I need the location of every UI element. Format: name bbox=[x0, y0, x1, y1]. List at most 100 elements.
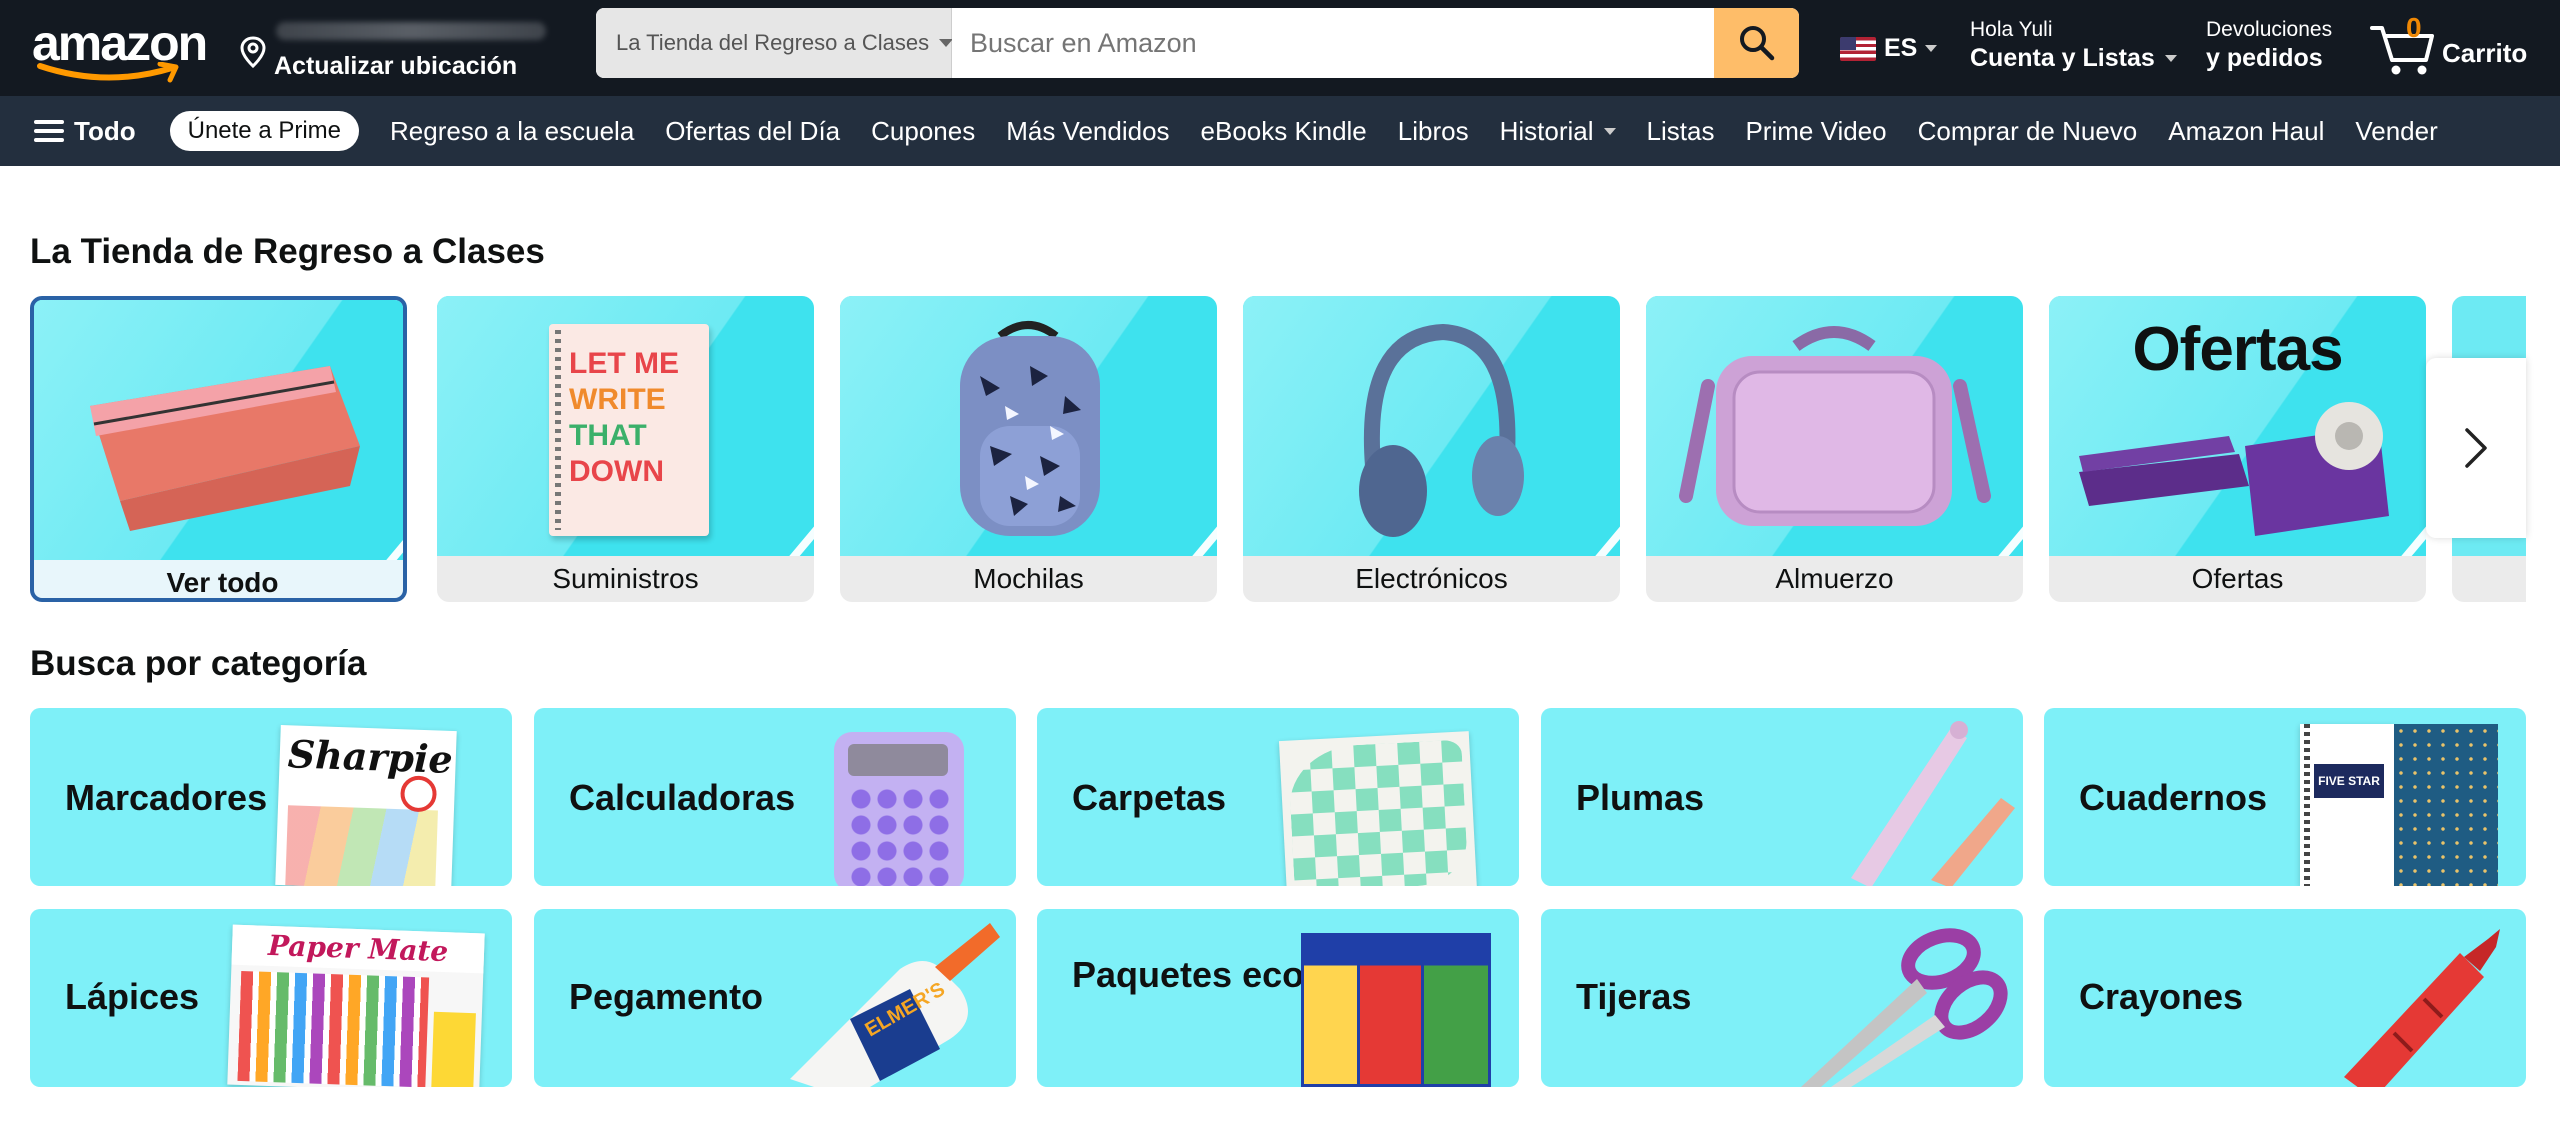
binder-image bbox=[1278, 731, 1478, 886]
amazon-logo[interactable]: amazon bbox=[30, 14, 210, 83]
nav-back-to-school[interactable]: Regreso a la escuela bbox=[390, 116, 634, 147]
paper-mate-pack-image: Paper Mate bbox=[227, 924, 485, 1087]
tile-image: Ofertas bbox=[2049, 296, 2426, 556]
category-pencils[interactable]: Lápices Paper Mate bbox=[30, 909, 512, 1087]
category-label: Tijeras bbox=[1576, 976, 1692, 1017]
returns-label: Devoluciones bbox=[2206, 18, 2333, 41]
location-selector[interactable]: Actualizar ubicación bbox=[240, 14, 570, 84]
tile-label: Almuerzo bbox=[1775, 563, 1894, 594]
nav-lists[interactable]: Listas bbox=[1647, 116, 1715, 147]
join-prime-button[interactable]: Únete a Prime bbox=[169, 111, 360, 151]
category-label: Lápices bbox=[65, 976, 200, 1017]
nav-prime-video[interactable]: Prime Video bbox=[1745, 116, 1886, 147]
account-lists-label: Cuenta y Listas bbox=[1970, 44, 2155, 72]
category-label: Crayones bbox=[2079, 976, 2244, 1017]
notebook-cover-text: LET ME WRITE THAT DOWN bbox=[569, 347, 679, 488]
location-redacted bbox=[276, 22, 546, 40]
store-tile-view-all[interactable]: Ver todo bbox=[30, 296, 407, 602]
notebook-white-image: FIVE STAR bbox=[2300, 724, 2394, 886]
location-pin-icon bbox=[240, 36, 266, 68]
store-tile-deals[interactable]: Ofertas Ofertas bbox=[2049, 296, 2426, 602]
pencil-pouch-image bbox=[90, 366, 360, 531]
category-pens[interactable]: Plumas bbox=[1541, 708, 2023, 886]
chevron-right-icon bbox=[2465, 428, 2487, 468]
stapler-tape-image bbox=[2079, 402, 2389, 536]
account-lists-menu[interactable]: Hola Yuli Cuenta y Listas bbox=[1970, 18, 2177, 73]
secondary-nav: Todo Únete a Prime Regreso a la escuela … bbox=[0, 96, 2560, 166]
scissors-image bbox=[1801, 928, 2008, 1087]
smile-arrow-icon bbox=[37, 62, 179, 83]
pens-image bbox=[1851, 721, 2015, 886]
nav-history[interactable]: Historial bbox=[1500, 116, 1616, 147]
tile-image bbox=[34, 300, 403, 560]
category-label: Calculadoras bbox=[569, 777, 796, 818]
us-flag-icon bbox=[1840, 36, 1876, 61]
nav-sell[interactable]: Vender bbox=[2355, 116, 2437, 147]
tile-label: Suministros bbox=[552, 563, 699, 594]
chevron-down-icon bbox=[2164, 55, 2177, 62]
tile-label: Electrónicos bbox=[1355, 563, 1508, 594]
tile-image bbox=[840, 296, 1217, 556]
chevron-down-icon bbox=[1603, 127, 1616, 135]
chevron-down-icon bbox=[939, 39, 954, 47]
cart-count: 0 bbox=[2406, 12, 2422, 43]
category-label: Plumas bbox=[1576, 777, 1705, 818]
backpack-image bbox=[960, 321, 1100, 536]
tile-label: Ver todo bbox=[166, 567, 279, 598]
brand-text: FIVE STAR bbox=[2314, 764, 2384, 798]
hamburger-icon bbox=[34, 120, 64, 142]
calculator-image bbox=[834, 732, 964, 886]
returns-orders-link[interactable]: Devoluciones y pedidos bbox=[2206, 18, 2332, 73]
category-label: Marcadores bbox=[65, 777, 268, 818]
search-department-dropdown[interactable]: La Tienda del Regreso a Clases bbox=[596, 8, 954, 78]
language-code: ES bbox=[1884, 34, 1918, 62]
category-value-packs[interactable]: Paquetes económicos bbox=[1037, 909, 1519, 1087]
notebook-blue-image bbox=[2394, 724, 2498, 886]
search-button[interactable] bbox=[1714, 8, 1799, 78]
cart-button[interactable]: 0 Carrito bbox=[2368, 12, 2548, 82]
search-input[interactable] bbox=[952, 8, 1714, 78]
category-calculators[interactable]: Calculadoras bbox=[534, 708, 1016, 886]
store-tile-supplies[interactable]: LET ME WRITE THAT DOWN Suministros bbox=[437, 296, 814, 602]
category-crayons[interactable]: Crayones bbox=[2044, 909, 2526, 1087]
store-tile-backpacks[interactable]: Mochilas bbox=[840, 296, 1217, 602]
glue-bottle-image: ELMER'S bbox=[790, 923, 1000, 1087]
carousel-next-button[interactable] bbox=[2426, 358, 2526, 538]
category-markers[interactable]: Marcadores Sharpie bbox=[30, 708, 512, 886]
notebook-image: LET ME WRITE THAT DOWN bbox=[549, 324, 709, 536]
crayon-image bbox=[2344, 929, 2500, 1087]
brand-text: Sharpie bbox=[287, 731, 454, 782]
nav-amazon-haul[interactable]: Amazon Haul bbox=[2168, 116, 2324, 147]
tile-image: LET ME WRITE THAT DOWN bbox=[437, 296, 814, 556]
category-scissors[interactable]: Tijeras bbox=[1541, 909, 2023, 1087]
orders-label: y pedidos bbox=[2206, 44, 2323, 72]
brand-text: Paper Mate bbox=[231, 924, 485, 974]
search-bar: La Tienda del Regreso a Clases bbox=[596, 8, 1799, 78]
chevron-down-icon bbox=[1925, 45, 1938, 52]
all-menu-button[interactable]: Todo bbox=[34, 116, 136, 147]
store-tile-lunch[interactable]: Almuerzo bbox=[1646, 296, 2023, 602]
crayon-boxes-image bbox=[1301, 933, 1491, 1087]
lunchbox-image bbox=[1679, 326, 1991, 526]
search-icon bbox=[1739, 26, 1774, 61]
top-nav-bar: amazon Actualizar ubicación La Tienda de… bbox=[0, 0, 2560, 96]
account-greeting: Hola Yuli bbox=[1970, 18, 2053, 41]
nav-best-sellers[interactable]: Más Vendidos bbox=[1006, 116, 1169, 147]
nav-todays-deals[interactable]: Ofertas del Día bbox=[665, 116, 840, 147]
cart-label: Carrito bbox=[2442, 38, 2528, 68]
nav-coupons[interactable]: Cupones bbox=[871, 116, 975, 147]
nav-kindle-ebooks[interactable]: eBooks Kindle bbox=[1201, 116, 1367, 147]
category-notebooks[interactable]: Cuadernos FIVE STAR bbox=[2044, 708, 2526, 886]
cart-icon bbox=[2370, 26, 2434, 75]
tile-label: Ofertas bbox=[2191, 563, 2284, 594]
update-location-label: Actualizar ubicación bbox=[274, 52, 518, 80]
category-binders[interactable]: Carpetas bbox=[1037, 708, 1519, 886]
category-glue[interactable]: Pegamento ELMER'S bbox=[534, 909, 1016, 1087]
tile-label: Mochilas bbox=[973, 563, 1084, 594]
nav-buy-again[interactable]: Comprar de Nuevo bbox=[1918, 116, 2138, 147]
nav-books[interactable]: Libros bbox=[1398, 116, 1469, 147]
language-selector[interactable]: ES bbox=[1840, 34, 1938, 63]
store-section-title: La Tienda de Regreso a Clases bbox=[30, 232, 545, 271]
store-tile-electronics[interactable]: Electrónicos bbox=[1243, 296, 1620, 602]
category-label: Cuadernos bbox=[2079, 777, 2268, 818]
